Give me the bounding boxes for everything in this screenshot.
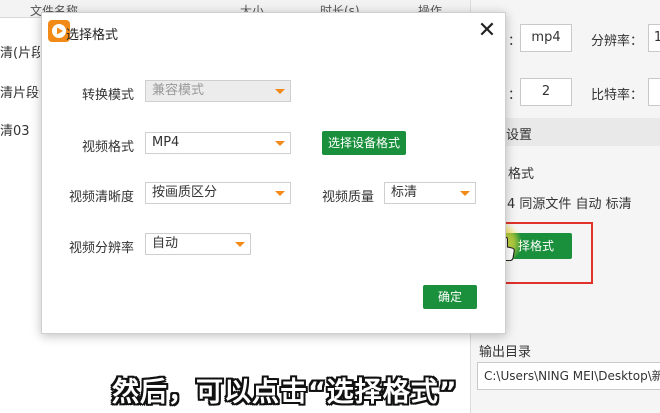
file-row[interactable]: 清片段0 [0,82,40,101]
video-resolution-label: 视频分辨率 [69,241,135,256]
screen: 文件名称 大小 时长(s) 操作 清(片段 清片段0 清03 ： mp4 分辨率… [0,0,660,413]
video-clarity-select[interactable]: 按画质区分 [145,182,291,204]
video-format-select[interactable]: MP4 [145,132,291,154]
resolution-label: 分辨率： [591,34,644,49]
video-format-label: 视频格式 [82,140,135,155]
chevron-down-icon [460,191,470,196]
video-resolution-value: 自动 [152,236,179,251]
video-clarity-value: 按画质区分 [152,185,218,200]
dialog-title: 选择格式 [66,28,119,43]
format-value-field[interactable]: mp4 [520,24,572,52]
output-dir-field[interactable]: C:\Users\NING MEI\Desktop\新 [477,362,660,390]
video-clarity-label: 视频清晰度 [69,190,135,205]
file-row[interactable]: 清03 [0,120,40,139]
video-quality-value: 标清 [391,185,418,200]
format-label: 格式 [508,167,535,182]
video-subtitle: 然后，可以点击“选择格式” [112,377,458,408]
video-resolution-select[interactable]: 自动 [145,233,251,255]
resolution-field[interactable]: 1 [648,24,660,52]
convert-mode-label: 转换模式 [82,88,135,103]
bitrate-field[interactable] [648,78,660,106]
section-title: 设置 [506,128,533,143]
video-quality-select[interactable]: 标清 [384,182,476,204]
format-summary: 4 同源文件 自动 标清 [507,197,632,212]
convert-mode-select: 兼容模式 [145,80,291,102]
convert-mode-value: 兼容模式 [152,83,205,98]
video-format-value: MP4 [152,135,180,150]
output-dir-label: 输出目录 [479,345,532,360]
bitrate-label: 比特率： [591,88,644,103]
chevron-down-icon [275,89,285,94]
video-quality-label: 视频质量 [322,190,375,205]
chevron-down-icon [235,242,245,247]
chevron-down-icon [275,141,285,146]
file-row[interactable]: 清(片段 [0,42,40,61]
channel-field[interactable]: 2 [520,78,572,106]
chevron-down-icon [275,191,285,196]
close-icon[interactable]: ✕ [476,20,498,42]
choose-device-format-button[interactable]: 选择设备格式 [322,131,406,155]
confirm-button[interactable]: 确定 [423,285,477,309]
